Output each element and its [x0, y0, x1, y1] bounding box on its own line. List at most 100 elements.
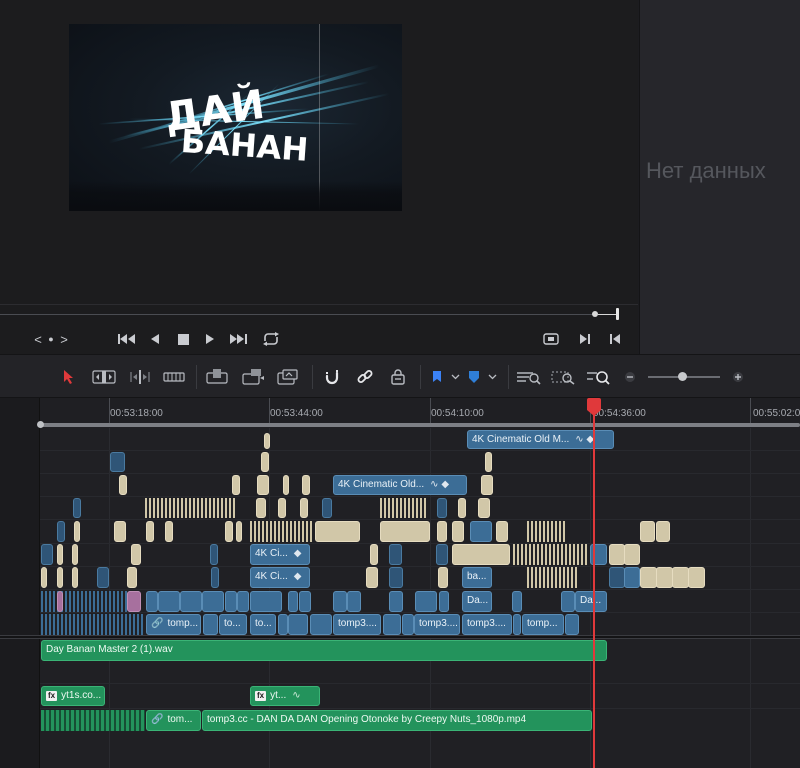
- mark-in-icon[interactable]: [578, 328, 592, 350]
- video-clip[interactable]: [72, 567, 78, 588]
- video-clip[interactable]: Da...: [575, 591, 607, 612]
- marker-icon[interactable]: [467, 366, 481, 388]
- playhead-handle[interactable]: [587, 398, 601, 410]
- video-clip[interactable]: [609, 567, 625, 588]
- timeline-scroll-rail[interactable]: [40, 423, 800, 427]
- video-clip[interactable]: [210, 544, 218, 565]
- clip-cluster[interactable]: [380, 498, 428, 518]
- video-clip[interactable]: [640, 567, 657, 588]
- video-clip[interactable]: ba...: [462, 567, 492, 588]
- snapping-icon[interactable]: [322, 366, 342, 388]
- dynamic-trim-icon[interactable]: [127, 366, 153, 388]
- video-clip[interactable]: [261, 452, 269, 472]
- video-clip[interactable]: [415, 591, 437, 612]
- video-preview-frame[interactable]: ДАЙ БАНАН: [69, 24, 402, 211]
- video-clip[interactable]: [232, 475, 240, 495]
- video-clip[interactable]: [437, 521, 447, 542]
- video-clip[interactable]: [481, 475, 493, 495]
- viewer-scrubber[interactable]: [0, 304, 638, 320]
- video-clip[interactable]: [110, 452, 125, 472]
- video-clip[interactable]: [496, 521, 508, 542]
- video-clip[interactable]: [74, 521, 80, 542]
- flag-icon[interactable]: [430, 366, 444, 388]
- clip-cluster[interactable]: [41, 710, 145, 731]
- video-clip[interactable]: [57, 544, 63, 565]
- video-clip[interactable]: tomp...: [522, 614, 564, 635]
- blade-tool-icon[interactable]: [162, 366, 186, 388]
- video-clip[interactable]: [73, 498, 81, 518]
- video-clip[interactable]: [512, 591, 522, 612]
- flag-dropdown-chevron-icon[interactable]: [449, 366, 461, 388]
- video-clip[interactable]: Da...: [462, 591, 492, 612]
- video-clip[interactable]: [283, 475, 289, 495]
- video-clip[interactable]: [203, 614, 218, 635]
- video-clip[interactable]: [438, 567, 448, 588]
- zoom-full-icon[interactable]: [516, 366, 542, 388]
- video-clip[interactable]: [202, 591, 224, 612]
- video-clip[interactable]: [97, 567, 109, 588]
- clip-cluster[interactable]: [41, 591, 141, 612]
- video-clip[interactable]: [672, 567, 689, 588]
- video-clip[interactable]: [561, 591, 575, 612]
- video-clip[interactable]: 4K Ci... ◆: [250, 567, 310, 588]
- timeline-scroll-cap[interactable]: [37, 421, 44, 428]
- selection-tool-icon[interactable]: [60, 366, 78, 388]
- video-clip[interactable]: [624, 567, 640, 588]
- scrubber-handle[interactable]: [616, 308, 619, 320]
- video-clip[interactable]: [370, 544, 378, 565]
- video-clip[interactable]: [310, 614, 332, 635]
- video-clip[interactable]: [119, 475, 127, 495]
- stop-icon[interactable]: [176, 328, 190, 350]
- video-clip[interactable]: [688, 567, 705, 588]
- video-clip[interactable]: [366, 567, 378, 588]
- video-clip[interactable]: [256, 498, 266, 518]
- video-clip[interactable]: [458, 498, 466, 518]
- video-clip[interactable]: [57, 521, 65, 542]
- video-clip[interactable]: to...: [250, 614, 276, 635]
- clip-cluster[interactable]: [250, 521, 314, 542]
- video-clip[interactable]: [302, 475, 310, 495]
- video-clip[interactable]: [383, 614, 401, 635]
- video-clip[interactable]: [452, 521, 464, 542]
- video-clip[interactable]: [250, 591, 282, 612]
- video-clip[interactable]: [300, 498, 308, 518]
- overwrite-clip-icon[interactable]: [240, 366, 266, 388]
- video-clip[interactable]: [437, 498, 447, 518]
- video-clip[interactable]: [41, 567, 47, 588]
- last-frame-icon[interactable]: [228, 328, 248, 350]
- audio-clip[interactable]: fx yt1s.co...: [41, 686, 105, 706]
- video-clip[interactable]: tomp3....: [462, 614, 512, 635]
- video-clip[interactable]: [485, 452, 492, 472]
- video-clip[interactable]: [288, 614, 308, 635]
- video-clip[interactable]: [288, 591, 298, 612]
- video-clip[interactable]: [225, 521, 233, 542]
- video-clip[interactable]: [127, 591, 141, 612]
- video-clip[interactable]: [439, 591, 449, 612]
- clip-cluster[interactable]: [513, 544, 588, 565]
- video-clip[interactable]: [322, 498, 332, 518]
- video-clip[interactable]: tomp3....: [414, 614, 460, 635]
- next-clip-button[interactable]: >: [58, 328, 70, 350]
- video-clip[interactable]: [278, 498, 286, 518]
- timecode-ruler[interactable]: 00:53:18:00 00:53:44:00 00:54:10:00 00:5…: [40, 398, 800, 424]
- zoom-custom-icon[interactable]: [586, 366, 612, 388]
- mark-out-icon[interactable]: [608, 328, 622, 350]
- video-clip[interactable]: [237, 591, 249, 612]
- video-clip[interactable]: [278, 614, 288, 635]
- video-clip[interactable]: [131, 544, 141, 565]
- video-clip[interactable]: tomp3....: [333, 614, 381, 635]
- video-clip[interactable]: [165, 521, 173, 542]
- clip-cluster[interactable]: [145, 498, 237, 518]
- video-clip[interactable]: [380, 521, 430, 542]
- video-clip[interactable]: [513, 614, 521, 635]
- video-clip[interactable]: [127, 567, 137, 588]
- video-clip[interactable]: [333, 591, 347, 612]
- position-lock-icon[interactable]: [388, 366, 408, 388]
- video-clip[interactable]: [41, 544, 53, 565]
- video-clip[interactable]: [389, 591, 403, 612]
- video-clip[interactable]: [656, 521, 670, 542]
- video-clip[interactable]: [624, 544, 640, 565]
- video-clip[interactable]: [225, 591, 237, 612]
- zoom-out-icon[interactable]: [623, 366, 637, 388]
- video-clip[interactable]: [315, 521, 360, 542]
